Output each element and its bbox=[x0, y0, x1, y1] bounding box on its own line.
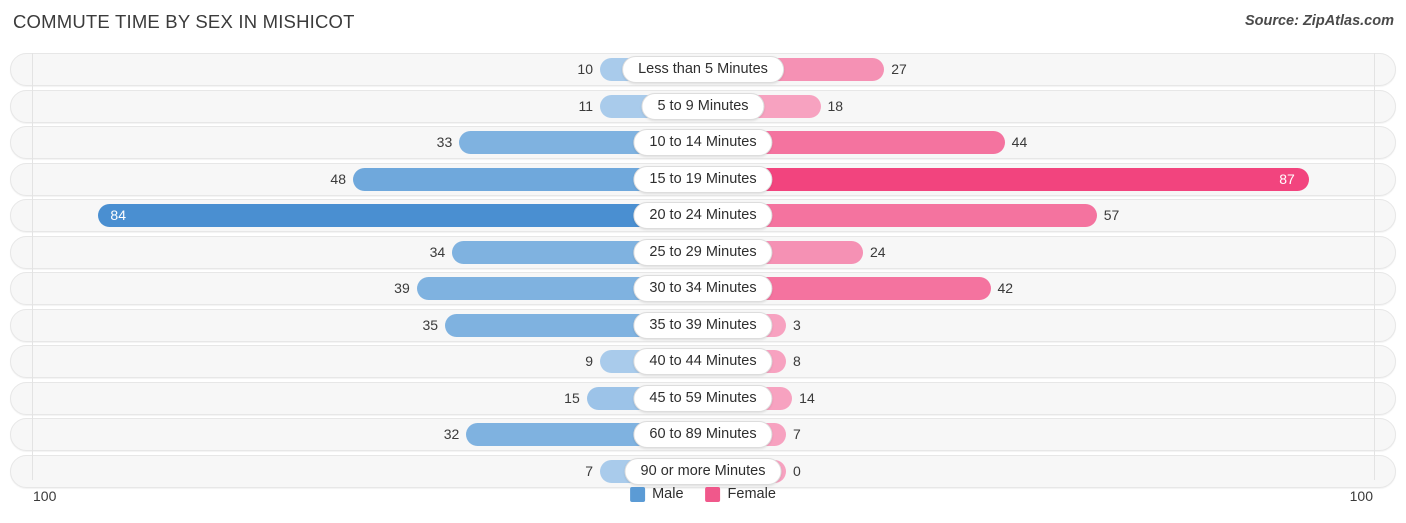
axis-tick-left: 100 bbox=[33, 488, 57, 504]
male-bar bbox=[98, 204, 693, 227]
female-value-label: 57 bbox=[1103, 207, 1120, 223]
legend-label: Male bbox=[652, 486, 684, 502]
chart-row: 11 18 5 to 9 Minutes bbox=[10, 89, 1396, 123]
legend-item-female[interactable]: Female bbox=[705, 486, 776, 502]
chart-legend: Male Female bbox=[630, 486, 776, 502]
category-label: Less than 5 Minutes bbox=[622, 56, 784, 83]
male-value-label: 9 bbox=[585, 353, 593, 369]
male-value-label: 39 bbox=[394, 280, 410, 296]
chart-row: 32 7 60 to 89 Minutes bbox=[10, 418, 1396, 451]
male-value-label: 35 bbox=[422, 316, 439, 333]
legend-item-male[interactable]: Male bbox=[630, 486, 684, 502]
female-value-label: 44 bbox=[1011, 134, 1028, 150]
category-label: 90 or more Minutes bbox=[624, 457, 782, 485]
legend-label: Female bbox=[727, 486, 776, 502]
chart-row: 15 14 45 to 59 Minutes bbox=[10, 381, 1396, 415]
category-label: 20 to 24 Minutes bbox=[633, 202, 773, 229]
category-label: 30 to 34 Minutes bbox=[633, 275, 773, 302]
female-bar bbox=[693, 167, 1310, 191]
male-value-label: 48 bbox=[330, 170, 346, 187]
female-value-label: 7 bbox=[793, 426, 801, 442]
category-label: 5 to 9 Minutes bbox=[641, 92, 765, 120]
male-value-label: 15 bbox=[564, 389, 580, 406]
male-value-label: 10 bbox=[577, 61, 593, 77]
category-label: 25 to 29 Minutes bbox=[633, 238, 773, 266]
female-value-label: 87 bbox=[1279, 170, 1295, 187]
chart-row: 39 42 30 to 34 Minutes bbox=[10, 272, 1396, 305]
male-value-label: 84 bbox=[110, 207, 126, 223]
category-label: 45 to 59 Minutes bbox=[633, 384, 773, 412]
female-value-label: 14 bbox=[799, 389, 815, 406]
male-value-label: 32 bbox=[443, 426, 460, 442]
female-value-label: 8 bbox=[793, 353, 801, 369]
category-label: 10 to 14 Minutes bbox=[633, 129, 773, 156]
female-value-label: 27 bbox=[891, 61, 907, 77]
chart-row: 7 0 90 or more Minutes bbox=[10, 454, 1396, 488]
category-label: 60 to 89 Minutes bbox=[633, 421, 773, 448]
chart-row: 34 24 25 to 29 Minutes bbox=[10, 235, 1396, 269]
female-value-label: 18 bbox=[827, 97, 844, 114]
page-title: COMMUTE TIME BY SEX IN MISHICOT bbox=[13, 11, 355, 32]
female-value-label: 0 bbox=[793, 462, 801, 479]
source-attribution: Source: ZipAtlas.com bbox=[1244, 13, 1394, 29]
chart-row: 10 27 Less than 5 Minutes bbox=[10, 53, 1396, 86]
category-label: 15 to 19 Minutes bbox=[633, 165, 773, 193]
male-value-label: 34 bbox=[429, 243, 446, 260]
chart-row: 84 57 20 to 24 Minutes bbox=[10, 199, 1396, 232]
chart-row: 9 8 40 to 44 Minutes bbox=[10, 345, 1396, 378]
chart-plot-area: 10 27 Less than 5 Minutes 11 18 5 to 9 Minute… bbox=[10, 53, 1396, 488]
chart-row: 33 44 10 to 14 Minutes bbox=[10, 126, 1396, 159]
category-label: 40 to 44 Minutes bbox=[633, 348, 773, 375]
male-value-label: 11 bbox=[578, 97, 593, 114]
axis-tick-right: 100 bbox=[1349, 488, 1373, 504]
chart-footer: 100 100 Male Female bbox=[0, 484, 1406, 523]
female-value-label: 3 bbox=[793, 316, 801, 333]
chart-root: COMMUTE TIME BY SEX IN MISHICOT Source: … bbox=[0, 0, 1406, 523]
female-value-label: 24 bbox=[870, 243, 886, 260]
chart-row: 35 3 35 to 39 Minutes bbox=[10, 308, 1396, 342]
chart-row: 48 87 15 to 19 Minutes bbox=[10, 162, 1396, 196]
legend-swatch-icon bbox=[705, 486, 721, 502]
chart-header: COMMUTE TIME BY SEX IN MISHICOT Source: … bbox=[0, 0, 1406, 46]
category-label: 35 to 39 Minutes bbox=[633, 311, 773, 339]
male-value-label: 7 bbox=[585, 462, 593, 479]
male-value-label: 33 bbox=[436, 134, 453, 150]
legend-swatch-icon bbox=[630, 486, 646, 502]
female-value-label: 42 bbox=[997, 280, 1014, 296]
